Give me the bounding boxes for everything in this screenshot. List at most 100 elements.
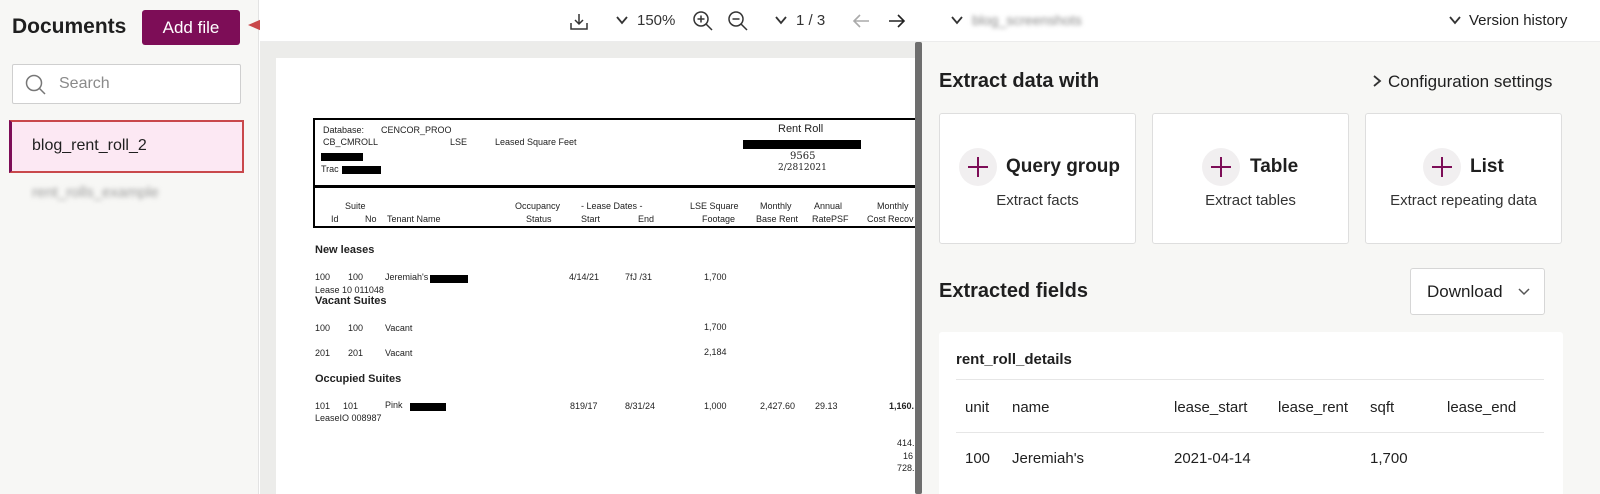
doc-text: Annual bbox=[814, 201, 843, 211]
doc-text: 7fJ /31 bbox=[625, 272, 653, 282]
divider bbox=[956, 432, 1544, 433]
version-history-link[interactable]: Version history bbox=[1469, 12, 1567, 29]
previous-page-arrow-icon[interactable] bbox=[851, 12, 871, 30]
doc-text: 201 bbox=[348, 348, 364, 358]
table-name: rent_roll_details bbox=[956, 351, 1072, 368]
card-subtitle: Extract repeating data bbox=[1390, 192, 1537, 209]
column-header: lease_rent bbox=[1278, 399, 1349, 416]
redaction bbox=[342, 166, 381, 174]
table-cell[interactable]: 100 bbox=[965, 450, 990, 467]
doc-text: Monthly bbox=[877, 201, 909, 211]
doc-text: Leased Square Feet bbox=[495, 137, 577, 147]
doc-text: End bbox=[638, 214, 655, 224]
chevron-right-icon bbox=[1373, 75, 1382, 87]
plus-icon bbox=[959, 148, 997, 186]
doc-text: 819/17 bbox=[570, 401, 598, 411]
card-title: List bbox=[1470, 156, 1504, 177]
table-cell[interactable]: Jeremiah's bbox=[1012, 450, 1084, 467]
next-page-arrow-icon[interactable] bbox=[887, 12, 907, 30]
zoom-in-icon[interactable] bbox=[692, 10, 714, 32]
doc-text: 2/2812021 bbox=[778, 163, 827, 173]
doc-text: 29.13 bbox=[815, 401, 838, 411]
table-card[interactable]: Table Extract tables bbox=[1152, 113, 1349, 244]
doc-text: 16 bbox=[903, 451, 914, 461]
zoom-out-icon[interactable] bbox=[727, 10, 749, 32]
viewer-toolbar: 150% 1 / 3 bbox=[260, 0, 922, 42]
card-subtitle: Extract tables bbox=[1205, 192, 1296, 209]
doc-text: LeaseIO 008987 bbox=[315, 413, 382, 423]
doc-text: 101 bbox=[343, 401, 359, 411]
extract-section-title: Extract data with bbox=[939, 70, 1100, 92]
column-header: sqft bbox=[1370, 399, 1395, 416]
doc-text: Monthly bbox=[760, 201, 792, 211]
doc-text: 4/14/21 bbox=[569, 272, 600, 282]
doc-text: Jeremiah's bbox=[385, 272, 429, 282]
doc-text: Footage bbox=[702, 214, 736, 224]
doc-text: LSE bbox=[450, 137, 468, 147]
page-dropdown-chevron-icon[interactable] bbox=[774, 14, 788, 26]
folder-chevron-down-icon[interactable] bbox=[950, 14, 964, 26]
document-item-selected[interactable]: blog_rent_roll_2 bbox=[9, 120, 244, 173]
doc-text: 201 bbox=[315, 348, 331, 358]
redaction bbox=[430, 275, 468, 283]
doc-text: Database: bbox=[323, 125, 365, 135]
column-header: lease_start bbox=[1174, 399, 1248, 416]
redaction bbox=[321, 153, 363, 161]
doc-text: - Lease Dates - bbox=[581, 201, 643, 211]
divider bbox=[956, 379, 1544, 380]
doc-text: 1,700 bbox=[704, 322, 727, 332]
documents-sidebar: Documents Add file blog_rent_roll_2 rent… bbox=[0, 0, 259, 494]
doc-text: 100 bbox=[315, 323, 331, 333]
table-cell[interactable]: 1,700 bbox=[1370, 450, 1408, 467]
doc-text: 9565 bbox=[790, 151, 816, 162]
page-indicator: 1 / 3 bbox=[796, 12, 826, 29]
doc-text: 101 bbox=[315, 401, 331, 411]
doc-text: Cost Recov bbox=[867, 214, 914, 224]
version-history-chevron-icon[interactable] bbox=[1448, 14, 1462, 26]
redaction bbox=[410, 403, 446, 411]
add-file-button[interactable]: Add file bbox=[142, 10, 240, 45]
doc-text: CENCOR_PROO bbox=[381, 125, 452, 135]
doc-text: 1,700 bbox=[704, 272, 727, 282]
doc-text: 2,427.60 bbox=[760, 401, 796, 411]
doc-text: 1,160. bbox=[889, 401, 915, 411]
rent-roll-details-table: rent_roll_details unit name lease_start … bbox=[939, 332, 1563, 494]
card-subtitle: Extract facts bbox=[996, 192, 1079, 209]
extraction-panel: Extract data with Configuration settings… bbox=[922, 42, 1600, 494]
plus-icon bbox=[1423, 148, 1461, 186]
document-viewer[interactable]: Database: CENCOR_PROO CB_CMROLL LSE Leas… bbox=[260, 42, 922, 494]
card-title: Table bbox=[1250, 156, 1299, 177]
extracted-fields-title: Extracted fields bbox=[939, 280, 1088, 302]
search-input[interactable] bbox=[59, 71, 229, 97]
doc-text: Base Rent bbox=[756, 214, 799, 224]
doc-text: No bbox=[365, 214, 377, 224]
list-card[interactable]: List Extract repeating data bbox=[1365, 113, 1562, 244]
doc-text: Vacant bbox=[385, 348, 413, 358]
folder-name[interactable]: blog_screenshots bbox=[972, 12, 1082, 28]
query-group-card[interactable]: Query group Extract facts bbox=[939, 113, 1136, 244]
download-tray-icon[interactable] bbox=[569, 12, 589, 32]
download-label: Download bbox=[1427, 281, 1503, 301]
download-button[interactable]: Download bbox=[1410, 268, 1545, 315]
zoom-dropdown-chevron-icon[interactable] bbox=[615, 14, 629, 26]
table-cell[interactable]: 2021-04-14 bbox=[1174, 450, 1251, 467]
document-item-label: blog_rent_roll_2 bbox=[32, 137, 147, 154]
redaction bbox=[743, 140, 861, 149]
doc-text: 100 bbox=[348, 272, 364, 282]
doc-section-heading: Occupied Suites bbox=[315, 373, 402, 385]
search-field[interactable] bbox=[12, 64, 241, 104]
doc-text: CB_CMROLL bbox=[323, 137, 379, 147]
doc-text: 414. bbox=[897, 438, 915, 448]
right-panel-header: blog_screenshots Version history bbox=[922, 0, 1600, 42]
search-icon bbox=[25, 74, 46, 95]
card-title: Query group bbox=[1006, 156, 1121, 177]
doc-text: Status bbox=[526, 214, 552, 224]
doc-text: Vacant bbox=[385, 323, 413, 333]
doc-section-heading: New leases bbox=[315, 244, 375, 256]
plus-icon bbox=[1202, 148, 1240, 186]
document-item[interactable]: rent_rolls_example bbox=[32, 184, 159, 201]
configuration-settings-link[interactable]: Configuration settings bbox=[1372, 72, 1552, 92]
chevron-down-icon bbox=[1518, 288, 1530, 296]
doc-text: 8/31/24 bbox=[625, 401, 656, 411]
viewer-scrollbar[interactable] bbox=[915, 42, 922, 494]
